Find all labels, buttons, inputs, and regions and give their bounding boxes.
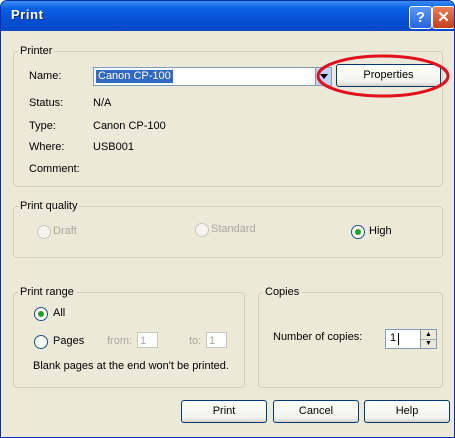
spin-down-icon[interactable]: ▼ [421, 339, 436, 348]
printer-name-select[interactable]: Canon CP-100 [93, 67, 332, 86]
spinner-control[interactable]: ▲ ▼ [420, 330, 436, 348]
printer-legend: Printer [20, 45, 53, 57]
print-button[interactable]: Print [181, 400, 267, 423]
copies-legend: Copies [265, 286, 300, 298]
draft-label: Draft [53, 225, 77, 237]
printer-name-value: Canon CP-100 [96, 70, 173, 83]
from-label: from: [107, 335, 133, 347]
to-input[interactable]: 1 [206, 332, 227, 348]
title-bar[interactable]: Print ? ✕ [1, 1, 454, 31]
comment-label: Comment: [29, 163, 80, 175]
blank-pages-note: Blank pages at the end won't be printed. [33, 360, 229, 372]
status-value: N/A [93, 97, 112, 109]
red-highlight-ellipse [316, 54, 450, 98]
standard-label: Standard [211, 223, 256, 235]
pages-radio[interactable] [34, 335, 48, 349]
name-label: Name: [29, 70, 62, 82]
help-icon[interactable]: ? [409, 6, 432, 29]
status-label: Status: [29, 97, 64, 109]
window-title: Print [11, 7, 44, 22]
to-label: to: [189, 335, 202, 347]
text-caret [398, 333, 399, 345]
type-label: Type: [29, 120, 56, 132]
print-dialog: Print ? ✕ Printer Name: Canon CP-100 Pro… [0, 0, 455, 438]
standard-radio[interactable] [195, 223, 209, 237]
copies-label: Number of copies: [273, 331, 363, 343]
from-input[interactable]: 1 [137, 332, 158, 348]
high-radio[interactable] [351, 225, 365, 239]
pages-label: Pages [53, 335, 85, 347]
all-radio[interactable] [34, 307, 48, 321]
print-quality-legend: Print quality [20, 200, 78, 212]
all-label: All [53, 307, 66, 319]
type-value: Canon CP-100 [93, 120, 166, 132]
cancel-button[interactable]: Cancel [273, 400, 359, 423]
high-label: High [369, 225, 392, 237]
help-button[interactable]: Help [364, 400, 450, 423]
close-icon[interactable]: ✕ [432, 6, 454, 29]
copies-spinner[interactable]: 1 ▲ ▼ [385, 329, 437, 349]
copies-value[interactable]: 1 [390, 332, 396, 344]
where-value: USB001 [93, 141, 134, 153]
where-label: Where: [29, 141, 65, 153]
print-range-legend: Print range [20, 286, 74, 298]
draft-radio[interactable] [37, 225, 51, 239]
